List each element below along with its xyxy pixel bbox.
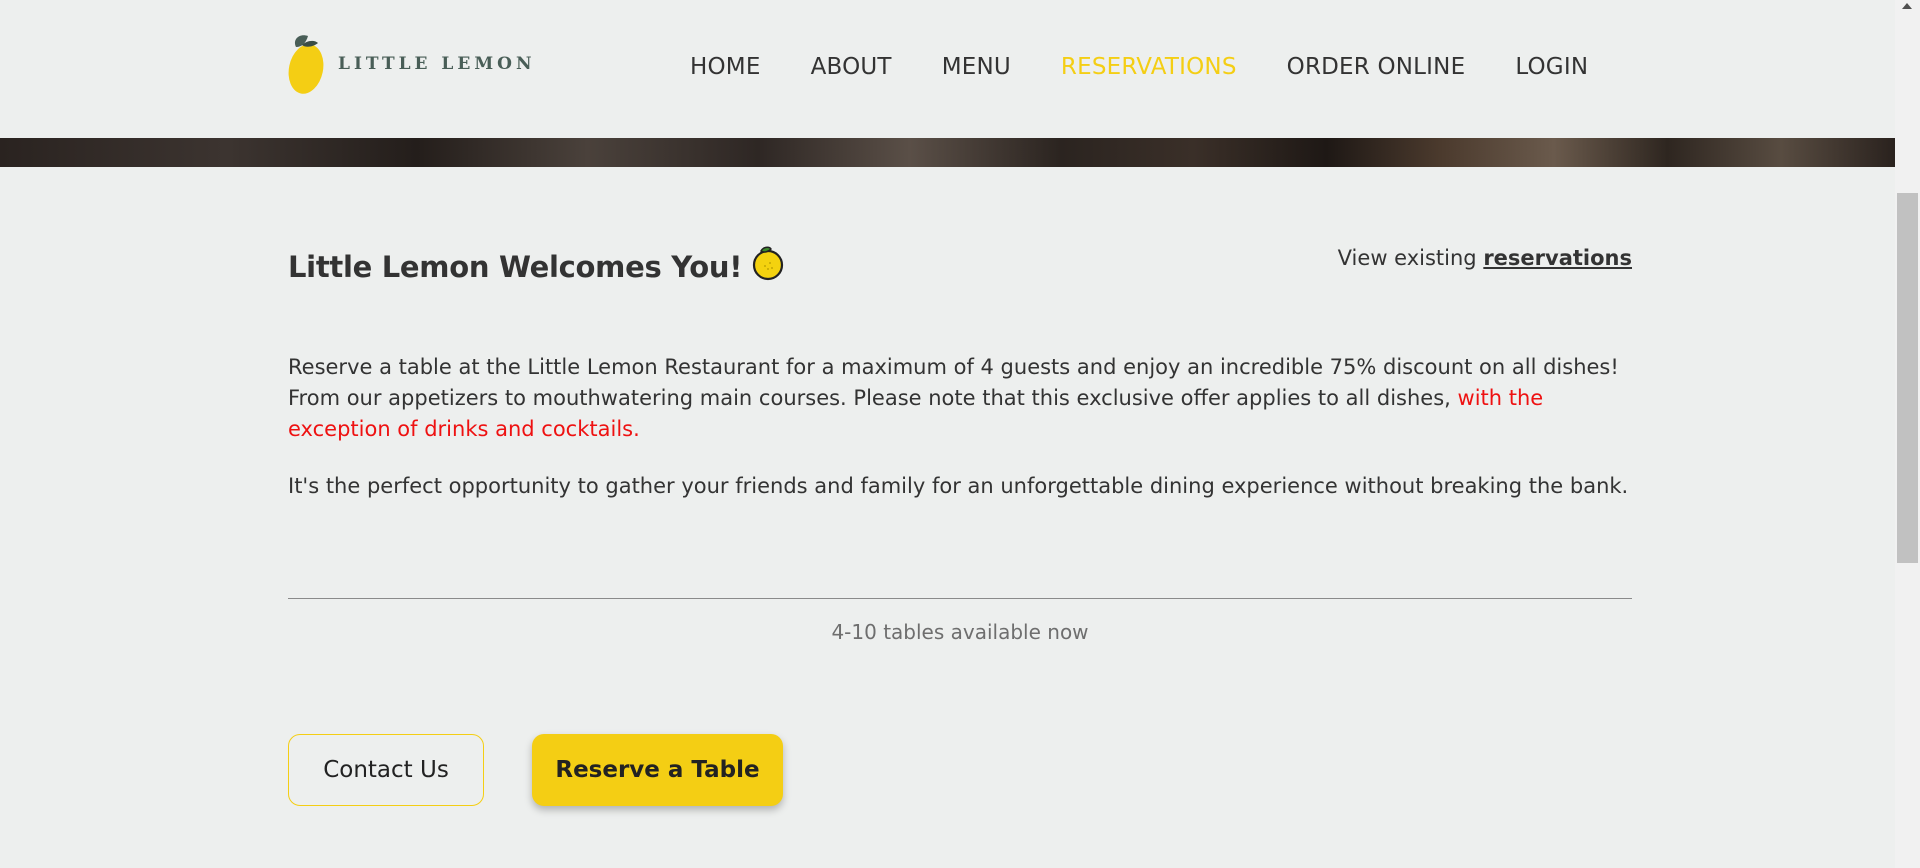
logo-text: LITTLE LEMON bbox=[338, 54, 536, 74]
reserve-table-button[interactable]: Reserve a Table bbox=[532, 734, 783, 806]
main-nav: HOME ABOUT MENU RESERVATIONS ORDER ONLIN… bbox=[690, 50, 1638, 84]
offer-text: Reserve a table at the Little Lemon Rest… bbox=[288, 355, 1619, 410]
site-header: LITTLE LEMON HOME ABOUT MENU RESERVATION… bbox=[0, 0, 1895, 138]
hero-image-strip bbox=[0, 138, 1895, 167]
nav-reservations[interactable]: RESERVATIONS bbox=[1061, 50, 1237, 84]
nav-login[interactable]: LOGIN bbox=[1515, 50, 1588, 84]
lemon-icon bbox=[751, 245, 785, 288]
nav-home[interactable]: HOME bbox=[690, 50, 761, 84]
contact-us-button[interactable]: Contact Us bbox=[288, 734, 484, 806]
nav-about[interactable]: ABOUT bbox=[811, 50, 892, 84]
page-title: Little Lemon Welcomes You! bbox=[288, 245, 785, 288]
nav-menu[interactable]: MENU bbox=[942, 50, 1011, 84]
vertical-scrollbar[interactable] bbox=[1895, 0, 1920, 868]
view-existing-prefix: View existing bbox=[1337, 246, 1477, 270]
view-existing-reservations: View existing reservations bbox=[1338, 246, 1632, 270]
page: LITTLE LEMON HOME ABOUT MENU RESERVATION… bbox=[0, 0, 1920, 868]
lemon-logo-icon bbox=[288, 33, 326, 95]
tables-available-text: 4-10 tables available now bbox=[831, 620, 1089, 644]
nav-order-online[interactable]: ORDER ONLINE bbox=[1287, 50, 1466, 84]
page-title-text: Little Lemon Welcomes You! bbox=[288, 249, 743, 284]
offer-description-secondary: It's the perfect opportunity to gather y… bbox=[288, 474, 1629, 498]
divider bbox=[288, 598, 1632, 599]
offer-description: Reserve a table at the Little Lemon Rest… bbox=[288, 352, 1633, 445]
scrollbar-thumb[interactable] bbox=[1897, 193, 1918, 563]
reservations-link[interactable]: reservations bbox=[1483, 246, 1632, 270]
logo[interactable]: LITTLE LEMON bbox=[288, 33, 536, 95]
scroll-up-arrow-icon[interactable] bbox=[1902, 3, 1912, 9]
